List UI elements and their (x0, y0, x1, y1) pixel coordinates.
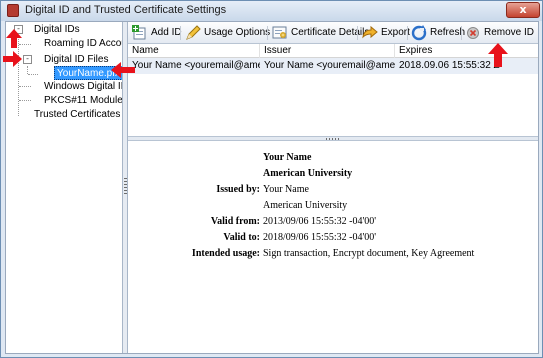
column-header-expires[interactable]: Expires (395, 44, 538, 58)
row-expires-cell: 2018.09.06 15:55:32 Z (399, 60, 500, 71)
annotation-arrow-right-icon (3, 51, 22, 67)
issued-by-name: Your Name (263, 184, 309, 195)
digital-id-tree: - Digital IDs Roaming ID Accounts - Digi… (6, 22, 123, 353)
refresh-label: Refresh (430, 27, 466, 38)
tree-item-digital-ids[interactable]: Digital IDs (34, 23, 80, 37)
intended-usage-value: Sign transaction, Encrypt document, Key … (263, 248, 475, 259)
export-label: Export (381, 27, 410, 38)
column-header-issuer[interactable]: Issuer (260, 44, 395, 58)
window-title: Digital ID and Trusted Certificate Setti… (25, 4, 227, 16)
usage-options-button[interactable]: Usage Options ▼ (185, 24, 280, 42)
title-bar: Digital ID and Trusted Certificate Setti… (1, 1, 542, 21)
issued-by-organization: American University (263, 200, 348, 211)
remove-id-button[interactable]: Remove ID (465, 24, 534, 42)
detail-subject-organization: American University (263, 168, 353, 179)
remove-circle-icon (465, 25, 481, 41)
add-id-icon (132, 25, 148, 41)
remove-id-label: Remove ID (484, 27, 535, 38)
export-arrow-icon (362, 25, 378, 41)
window-client-area: - Digital IDs Roaming ID Accounts - Digi… (5, 21, 539, 354)
toolbar-separator (461, 26, 462, 40)
valid-from-value: 2013/09/06 15:55:32 -04'00' (263, 216, 377, 227)
pencil-icon (185, 25, 201, 41)
splitter-grip-icon (124, 178, 127, 196)
right-pane: Add ID Usage Options ▼ Certificate Detai… (128, 22, 538, 353)
tree-connector (27, 66, 28, 74)
annotation-arrow-up-icon (6, 29, 22, 48)
refresh-icon (411, 25, 427, 41)
usage-options-label: Usage Options (204, 27, 271, 38)
column-header-name[interactable]: Name (128, 44, 260, 58)
tree-item-trusted-certificates[interactable]: Trusted Certificates (34, 108, 120, 122)
valid-to-label: Valid to: (223, 232, 260, 243)
export-button[interactable]: Export (362, 24, 410, 42)
collapse-digital-id-files-toggle[interactable]: - (23, 55, 32, 64)
acrobat-app-icon (7, 4, 19, 17)
certificate-details-panel: Your Name American University Issued by:… (128, 141, 538, 353)
tree-connector (19, 86, 31, 87)
tree-connector (28, 74, 38, 75)
add-id-button[interactable]: Add ID (132, 24, 182, 42)
tree-item-digital-id-files[interactable]: Digital ID Files (44, 53, 108, 67)
id-list-header: Name Issuer Expires (128, 44, 538, 58)
annotation-arrow-left-icon (111, 62, 135, 78)
toolbar-separator (180, 26, 181, 40)
tree-item-windows-digital-ids[interactable]: Windows Digital IDs (44, 80, 122, 94)
annotation-arrow-up-icon (488, 43, 508, 67)
intended-usage-label: Intended usage: (191, 248, 260, 259)
detail-subject-name: Your Name (263, 152, 312, 163)
certificate-icon (272, 25, 288, 41)
refresh-button[interactable]: Refresh (411, 24, 465, 42)
toolbar-separator (407, 26, 408, 40)
row-issuer-cell: Your Name <youremail@america... (264, 60, 395, 71)
tree-item-roaming-id-accounts[interactable]: Roaming ID Accounts (44, 37, 122, 51)
add-id-label: Add ID (151, 27, 182, 38)
close-button[interactable]: x (506, 2, 540, 18)
issued-by-label: Issued by: (216, 184, 260, 195)
tree-item-pkcs11-modules[interactable]: PKCS#11 Modules and Tokens (44, 94, 122, 108)
toolbar-separator (267, 26, 268, 40)
splitter-grip-icon (326, 138, 340, 140)
table-row[interactable]: Your Name <youremail@america... Your Nam… (128, 58, 538, 74)
valid-to-value: 2018/09/06 15:55:32 -04'00' (263, 232, 377, 243)
settings-window: Digital ID and Trusted Certificate Setti… (0, 0, 543, 358)
tree-connector (19, 100, 31, 101)
row-name-cell: Your Name <youremail@america... (132, 60, 260, 71)
toolbar: Add ID Usage Options ▼ Certificate Detai… (128, 22, 538, 44)
valid-from-label: Valid from: (210, 216, 260, 227)
toolbar-separator (357, 26, 358, 40)
certificate-details-button[interactable]: Certificate Details (272, 24, 369, 42)
